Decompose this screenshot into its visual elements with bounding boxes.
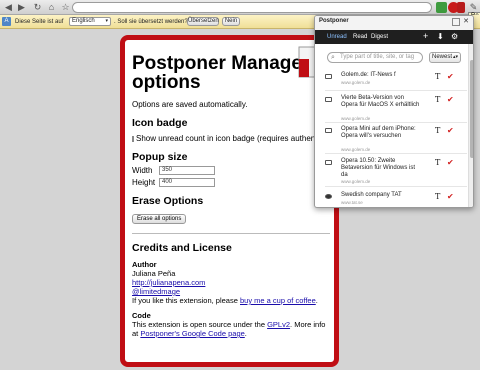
extension-green-icon[interactable] bbox=[436, 2, 447, 13]
item-title[interactable]: Opera Mini auf dem iPhone: Opera will's … bbox=[341, 126, 421, 140]
options-card: Postponer Manager options Options are sa… bbox=[120, 35, 339, 367]
translate-button[interactable]: Übersetzen bbox=[187, 17, 219, 26]
scrollbar-thumb[interactable] bbox=[470, 60, 473, 158]
text-view-icon[interactable]: T bbox=[435, 72, 440, 81]
donate-line: If you like this extension, please buy m… bbox=[132, 296, 330, 305]
item-title[interactable]: Golem.de: IT-News f bbox=[341, 72, 421, 79]
text-view-icon[interactable]: T bbox=[435, 126, 440, 135]
code-end: . bbox=[244, 329, 247, 338]
code-line: This extension is open source under the … bbox=[132, 320, 330, 338]
donate-end: . bbox=[315, 296, 318, 305]
tag-icon[interactable] bbox=[325, 128, 332, 133]
site-favicon-icon bbox=[325, 194, 332, 199]
height-label: Height bbox=[132, 178, 156, 187]
language-select[interactable]: Englisch ▾ bbox=[69, 17, 111, 26]
mark-read-check-icon[interactable]: ✔ bbox=[447, 72, 454, 81]
mark-read-check-icon[interactable]: ✔ bbox=[447, 192, 454, 201]
unread-count-option: Show unread count in icon badge (require… bbox=[132, 134, 334, 143]
item-source: www.golem.de bbox=[341, 116, 371, 121]
tab-digest[interactable]: Digest bbox=[371, 34, 388, 40]
tab-read[interactable]: Read bbox=[353, 34, 367, 40]
translate-icon: A bbox=[2, 17, 11, 26]
erase-all-button[interactable]: Erase all options bbox=[132, 214, 187, 224]
unread-count-label: Show unread count in icon badge (require… bbox=[136, 134, 339, 143]
bookmark-star-icon[interactable]: ☆ bbox=[60, 2, 71, 13]
text-view-icon[interactable]: T bbox=[435, 158, 440, 167]
postponer-popup: Postponer ✕ Unread Read Digest + ⬇ ⚙ ⌕ T… bbox=[314, 15, 474, 208]
item-source: www.golem.de bbox=[341, 179, 371, 184]
sort-value: Newest bbox=[432, 54, 453, 60]
download-icon[interactable]: ⬇ bbox=[437, 31, 444, 42]
popup-tabbar: Unread Read Digest + ⬇ ⚙ bbox=[315, 30, 473, 44]
credits-heading: Credits and License bbox=[132, 242, 232, 254]
mark-read-check-icon[interactable]: ✔ bbox=[447, 95, 454, 104]
tab-unread[interactable]: Unread bbox=[327, 34, 347, 40]
height-input[interactable]: 400 bbox=[159, 178, 215, 187]
address-bar[interactable] bbox=[72, 2, 432, 13]
chevron-updown-icon: ▴▾ bbox=[452, 54, 458, 60]
author-name: Juliana Peña bbox=[132, 269, 176, 278]
divider bbox=[325, 153, 467, 154]
author-site-link[interactable]: http://julianapena.com bbox=[132, 278, 205, 287]
saved-note: Options are saved automatically. bbox=[132, 100, 248, 109]
item-title[interactable]: Swedish company TAT bbox=[341, 192, 421, 199]
item-title[interactable]: Opera 10.50: Zweite Betaversion für Wind… bbox=[341, 158, 421, 179]
google-code-link[interactable]: Postponer's Google Code page bbox=[140, 329, 244, 338]
browser-toolbar: ◀ ▶ ↻ ⌂ ☆ ✎ Re bbox=[0, 0, 480, 20]
search-input[interactable]: ⌕ Type part of title, site, or tag bbox=[327, 52, 423, 63]
code-text: This extension is open source under the bbox=[132, 320, 265, 329]
search-icon: ⌕ bbox=[331, 54, 335, 61]
height-row: Height 400 bbox=[132, 178, 330, 187]
mark-read-check-icon[interactable]: ✔ bbox=[447, 158, 454, 167]
divider bbox=[325, 90, 467, 91]
width-row: Width 350 bbox=[132, 166, 330, 175]
item-title[interactable]: Vierte Beta-Version von Opera für MacOS … bbox=[341, 95, 421, 109]
popup-size-heading: Popup size bbox=[132, 151, 188, 163]
code-heading: Code bbox=[132, 311, 151, 320]
text-view-icon[interactable]: T bbox=[435, 192, 440, 201]
divider bbox=[132, 233, 330, 234]
popup-filter-icon[interactable] bbox=[452, 18, 460, 26]
item-source: www.golem.de bbox=[341, 80, 371, 85]
language-select-value: Englisch bbox=[72, 18, 95, 24]
mark-read-check-icon[interactable]: ✔ bbox=[447, 126, 454, 135]
unread-count-checkbox[interactable] bbox=[132, 135, 134, 142]
tag-icon[interactable] bbox=[325, 97, 332, 102]
sort-select[interactable]: Newest ▴▾ bbox=[429, 52, 461, 63]
divider bbox=[325, 186, 467, 187]
author-twitter-link[interactable]: @limitedmage bbox=[132, 287, 180, 296]
donate-link[interactable]: buy me a cup of coffee bbox=[240, 296, 316, 305]
no-translate-button[interactable]: Nein bbox=[222, 17, 240, 26]
erase-heading: Erase Options bbox=[132, 195, 204, 207]
chevron-down-icon: ▾ bbox=[105, 18, 108, 24]
popup-scrollbar[interactable] bbox=[468, 44, 473, 207]
tag-icon[interactable] bbox=[325, 74, 332, 79]
donate-text: If you like this extension, please bbox=[132, 296, 238, 305]
width-input[interactable]: 350 bbox=[159, 166, 215, 175]
gear-icon[interactable]: ⚙ bbox=[451, 31, 458, 42]
translate-text-after: . Soll sie übersetzt werden? bbox=[114, 19, 188, 25]
translate-text-before: Diese Seite ist auf bbox=[15, 19, 64, 25]
home-icon[interactable]: ⌂ bbox=[46, 2, 57, 13]
divider bbox=[325, 122, 467, 123]
icon-badge-heading: Icon badge bbox=[132, 117, 188, 129]
gpl-link[interactable]: GPLv2 bbox=[267, 320, 290, 329]
item-source: www.tat.se bbox=[341, 200, 363, 205]
author-heading: Author bbox=[132, 260, 157, 269]
forward-icon[interactable]: ▶ bbox=[16, 2, 27, 13]
reload-icon[interactable]: ↻ bbox=[32, 2, 43, 13]
item-source: www.golem.de bbox=[341, 147, 371, 152]
postponer-extension-icon[interactable] bbox=[457, 2, 465, 13]
back-icon[interactable]: ◀ bbox=[3, 2, 14, 13]
close-icon[interactable]: ✕ bbox=[462, 18, 470, 26]
text-view-icon[interactable]: T bbox=[435, 95, 440, 104]
tag-icon[interactable] bbox=[325, 160, 332, 165]
popup-title: Postponer bbox=[319, 18, 349, 24]
width-label: Width bbox=[132, 166, 153, 175]
search-placeholder: Type part of title, site, or tag bbox=[340, 54, 415, 60]
add-icon[interactable]: + bbox=[423, 31, 428, 42]
